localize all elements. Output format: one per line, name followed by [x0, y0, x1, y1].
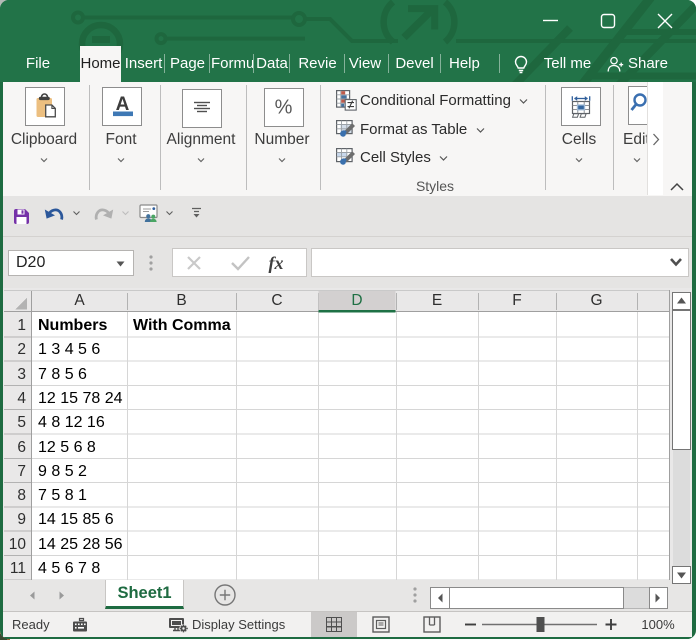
svg-text:fx: fx [269, 253, 284, 273]
svg-text:%: % [275, 97, 293, 119]
